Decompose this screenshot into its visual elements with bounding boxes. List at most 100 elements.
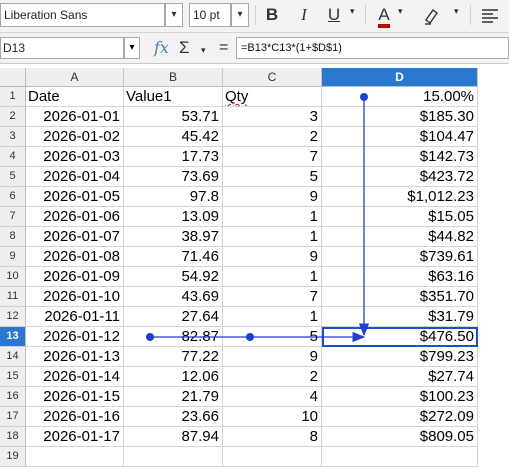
cell-c12[interactable]: 1 xyxy=(223,307,322,327)
cell-d6[interactable]: $1,012.23 xyxy=(322,187,478,207)
row-header[interactable]: 16 xyxy=(0,387,26,407)
cell-b6[interactable]: 97.8 xyxy=(124,187,223,207)
row-header[interactable]: 12 xyxy=(0,307,26,327)
cell-c17[interactable]: 10 xyxy=(223,407,322,427)
cell-b5[interactable]: 73.69 xyxy=(124,167,223,187)
row-header[interactable]: 2 xyxy=(0,107,26,127)
font-name-box[interactable]: Liberation Sans xyxy=(0,3,165,27)
cell-a10[interactable]: 2026-01-09 xyxy=(26,267,124,287)
row-header[interactable]: 13 xyxy=(0,327,26,347)
cell-b11[interactable]: 43.69 xyxy=(124,287,223,307)
row-header[interactable]: 10 xyxy=(0,267,26,287)
cell-c11[interactable]: 7 xyxy=(223,287,322,307)
cell-c7[interactable]: 1 xyxy=(223,207,322,227)
cell-a5[interactable]: 2026-01-04 xyxy=(26,167,124,187)
cell-d8[interactable]: $44.82 xyxy=(322,227,478,247)
cell-a9[interactable]: 2026-01-08 xyxy=(26,247,124,267)
underline-dropdown[interactable]: ▾ xyxy=(350,6,355,17)
highlight-button[interactable] xyxy=(420,3,444,27)
cell-d15[interactable]: $27.74 xyxy=(322,367,478,387)
cell-c6[interactable]: 9 xyxy=(223,187,322,207)
cell-a11[interactable]: 2026-01-10 xyxy=(26,287,124,307)
cell-b7[interactable]: 13.09 xyxy=(124,207,223,227)
row-header[interactable]: 6 xyxy=(0,187,26,207)
row-header[interactable]: 5 xyxy=(0,167,26,187)
cell-b18[interactable]: 87.94 xyxy=(124,427,223,447)
cell-d1[interactable]: 15.00% xyxy=(322,87,478,107)
cell-a19[interactable] xyxy=(26,447,124,467)
cell-c2[interactable]: 3 xyxy=(223,107,322,127)
cell-b4[interactable]: 17.73 xyxy=(124,147,223,167)
cell-c14[interactable]: 9 xyxy=(223,347,322,367)
cell-a6[interactable]: 2026-01-05 xyxy=(26,187,124,207)
cell-a3[interactable]: 2026-01-02 xyxy=(26,127,124,147)
cell-b15[interactable]: 12.06 xyxy=(124,367,223,387)
bold-button[interactable]: B xyxy=(260,3,284,27)
cell-c9[interactable]: 9 xyxy=(223,247,322,267)
cell-d12[interactable]: $31.79 xyxy=(322,307,478,327)
cell-c18[interactable]: 8 xyxy=(223,427,322,447)
cell-a7[interactable]: 2026-01-06 xyxy=(26,207,124,227)
row-header[interactable]: 8 xyxy=(0,227,26,247)
align-left-button[interactable] xyxy=(478,3,502,27)
underline-button[interactable]: U xyxy=(322,3,346,27)
column-header-a[interactable]: A xyxy=(26,68,124,87)
cell-a12[interactable]: 2026-01-11 xyxy=(26,307,124,327)
cell-a17[interactable]: 2026-01-16 xyxy=(26,407,124,427)
function-wizard-icon[interactable]: fx xyxy=(154,37,169,59)
cell-c1[interactable]: Qty xyxy=(223,87,322,107)
cell-b19[interactable] xyxy=(124,447,223,467)
cell-c8[interactable]: 1 xyxy=(223,227,322,247)
cell-d13[interactable]: $476.50 xyxy=(322,327,478,347)
cell-b3[interactable]: 45.42 xyxy=(124,127,223,147)
formula-input[interactable]: =B13*C13*(1+$D$1) xyxy=(236,37,509,59)
cell-d18[interactable]: $809.05 xyxy=(322,427,478,447)
row-header[interactable]: 19 xyxy=(0,447,26,467)
row-header[interactable]: 14 xyxy=(0,347,26,367)
cell-a4[interactable]: 2026-01-03 xyxy=(26,147,124,167)
cell-d16[interactable]: $100.23 xyxy=(322,387,478,407)
font-color-button[interactable]: A xyxy=(372,3,396,28)
cell-b1[interactable]: Value1 xyxy=(124,87,223,107)
cell-a2[interactable]: 2026-01-01 xyxy=(26,107,124,127)
column-header-b[interactable]: B xyxy=(124,68,223,87)
row-header[interactable]: 1 xyxy=(0,87,26,107)
cell-d19[interactable] xyxy=(322,447,478,467)
row-header[interactable]: 9 xyxy=(0,247,26,267)
column-header-d[interactable]: D xyxy=(322,68,478,87)
cell-b13[interactable]: 82.87 xyxy=(124,327,223,347)
cell-c5[interactable]: 5 xyxy=(223,167,322,187)
cell-d7[interactable]: $15.05 xyxy=(322,207,478,227)
cell-b14[interactable]: 77.22 xyxy=(124,347,223,367)
cell-c15[interactable]: 2 xyxy=(223,367,322,387)
cell-c10[interactable]: 1 xyxy=(223,267,322,287)
cell-c13[interactable]: 5 xyxy=(223,327,322,347)
cell-b2[interactable]: 53.71 xyxy=(124,107,223,127)
row-header[interactable]: 17 xyxy=(0,407,26,427)
row-header[interactable]: 4 xyxy=(0,147,26,167)
cell-b12[interactable]: 27.64 xyxy=(124,307,223,327)
cell-b16[interactable]: 21.79 xyxy=(124,387,223,407)
cell-b10[interactable]: 54.92 xyxy=(124,267,223,287)
cell-c3[interactable]: 2 xyxy=(223,127,322,147)
cell-b8[interactable]: 38.97 xyxy=(124,227,223,247)
cell-a8[interactable]: 2026-01-07 xyxy=(26,227,124,247)
font-color-dropdown[interactable]: ▾ xyxy=(398,6,403,17)
cell-d10[interactable]: $63.16 xyxy=(322,267,478,287)
cell-d5[interactable]: $423.72 xyxy=(322,167,478,187)
cell-d2[interactable]: $185.30 xyxy=(322,107,478,127)
row-header[interactable]: 3 xyxy=(0,127,26,147)
cell-a15[interactable]: 2026-01-14 xyxy=(26,367,124,387)
cell-c19[interactable] xyxy=(223,447,322,467)
name-box[interactable]: D13 xyxy=(0,37,124,59)
name-box-dropdown[interactable]: ▾ xyxy=(124,37,140,59)
select-all-corner[interactable] xyxy=(0,68,26,87)
cell-b9[interactable]: 71.46 xyxy=(124,247,223,267)
cell-a1[interactable]: Date xyxy=(26,87,124,107)
cell-a14[interactable]: 2026-01-13 xyxy=(26,347,124,367)
sum-icon[interactable]: Σ xyxy=(179,37,190,59)
highlight-dropdown[interactable]: ▾ xyxy=(454,6,459,17)
cell-d11[interactable]: $351.70 xyxy=(322,287,478,307)
cell-a13[interactable]: 2026-01-12 xyxy=(26,327,124,347)
cell-d3[interactable]: $104.47 xyxy=(322,127,478,147)
